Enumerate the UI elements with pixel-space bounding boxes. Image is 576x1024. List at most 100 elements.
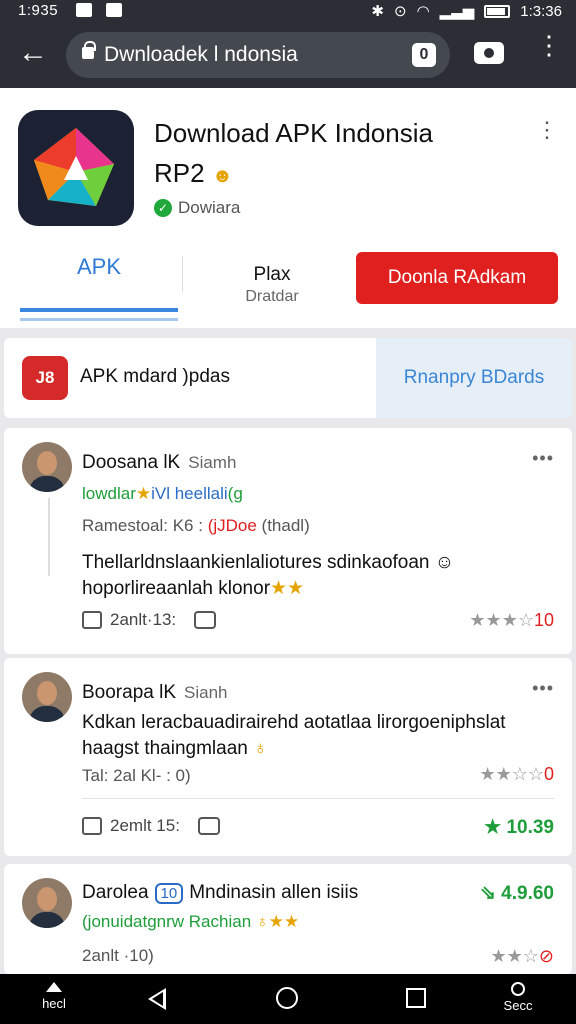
- review-text: Kdkan leracbauadirairehd aotatlaa lirorg…: [82, 712, 506, 759]
- tab-details-sublabel: Dratdar: [245, 288, 299, 305]
- tab-active-indicator: [20, 308, 178, 312]
- battery-icon: [484, 4, 511, 18]
- tag-green: lowdlar: [82, 484, 136, 503]
- stars: ★★☆☆: [479, 764, 544, 784]
- overflow-menu-icon[interactable]: ⋮: [536, 32, 562, 58]
- tab-apk[interactable]: APK: [20, 254, 178, 280]
- divider: [82, 798, 554, 799]
- update-text: APK mdard )pdas: [80, 366, 230, 387]
- reviewer-handle: Sianh: [184, 683, 228, 702]
- nav-search-tab[interactable]: Secc: [488, 982, 548, 1013]
- app-subtitle-text: RP2: [154, 158, 205, 188]
- header-more-icon[interactable]: ⋮: [536, 119, 558, 141]
- stars: ★★☆: [490, 946, 539, 966]
- update-action-button[interactable]: Rnanpry BDards: [376, 338, 572, 418]
- app-subtitle: RP2 ☻: [154, 158, 233, 189]
- status-bar: 1:935 ✱ ⊙ ◠ ▂▃▅ 1:3:36: [0, 0, 576, 22]
- meta-end: thadl): [267, 516, 310, 535]
- stars: ★★★☆: [469, 610, 534, 630]
- tag-end: (g: [227, 484, 243, 503]
- tag-text: (jonuidatgnrw Rachian: [82, 912, 252, 931]
- comment-icon[interactable]: [197, 817, 220, 835]
- notification-icon: [76, 3, 92, 17]
- nav-home-tab[interactable]: hecl: [24, 982, 84, 1011]
- nav-home-icon[interactable]: [276, 987, 298, 1009]
- nav-back-icon[interactable]: [148, 988, 166, 1010]
- review-footer: 2emlt 15:: [82, 816, 220, 836]
- url-text[interactable]: Dwnloadek l ndonsia: [104, 43, 298, 67]
- app-logo: [18, 110, 134, 226]
- nav-search-label: Secc: [503, 998, 533, 1013]
- reply-icon[interactable]: [82, 817, 102, 835]
- rating-score: 10: [533, 610, 554, 630]
- camera-icon[interactable]: [474, 42, 504, 64]
- tab-details[interactable]: Plax Dratdar: [220, 264, 324, 306]
- rating-score: 0: [543, 764, 554, 784]
- review-time: 2emlt 15:: [110, 816, 180, 835]
- status-right: ✱ ⊙ ◠ ▂▃▅ 1:3:36: [371, 2, 562, 21]
- avatar[interactable]: [22, 672, 72, 722]
- nav-home-label: hecl: [42, 996, 66, 1011]
- reviewer-title: Mndinasin allen isiis: [189, 882, 359, 903]
- reviewer-name-text: Darolea: [82, 882, 149, 903]
- verified-check-icon: ✓: [154, 199, 172, 217]
- nav-recents-icon[interactable]: [406, 988, 426, 1008]
- review-card: Darolea 10 Mndinasin allen isiis ⇘ 4.9.60 …: [4, 864, 572, 974]
- status-time: 1:935: [18, 2, 59, 19]
- avatar[interactable]: [22, 442, 72, 492]
- review-text: Thellarldnslaankienlaliotures sdinkaofoa…: [82, 552, 455, 599]
- update-banner[interactable]: J8 APK mdard )pdas Rnanpry BDards: [4, 338, 572, 418]
- review-card: Boorapa lK Sianh ••• Kdkan leracbauadirai…: [4, 658, 572, 856]
- reviewer-name: Doosana lK Siamh: [82, 452, 236, 474]
- lock-icon: [82, 41, 96, 59]
- back-arrow-icon[interactable]: ←: [18, 38, 48, 68]
- tag-star-icon: ★: [135, 484, 152, 503]
- app-title: Download APK Indonsia: [154, 118, 433, 148]
- review-body: Thellarldnslaankienlaliotures sdinkaofoa…: [82, 550, 550, 602]
- review-tagline: lowdlar★iVl heellali(g: [82, 484, 243, 504]
- download-button[interactable]: Doonla RAdkam: [356, 252, 558, 304]
- app-header: Download APK Indonsia RP2 ☻ ✓ Dowiara ⋮ …: [0, 88, 576, 328]
- developer-name: Dowiara: [178, 198, 241, 217]
- review-time: 2anlt ·10): [82, 946, 154, 965]
- comment-icon[interactable]: [194, 611, 217, 629]
- reviewer-name: Boorapa lK Sianh: [82, 682, 228, 704]
- review-card: Doosana lK Siamh ••• lowdlar★iVl heellali…: [4, 428, 572, 654]
- reviewer-name-text: Doosana lK: [82, 452, 181, 473]
- search-icon: [511, 982, 525, 996]
- rating-score: ⊘: [538, 946, 554, 966]
- reviewer-handle: Siamh: [188, 453, 237, 472]
- level-badge: 10: [154, 883, 184, 904]
- rating-stars: ★★☆⊘: [490, 946, 554, 967]
- review-stars-icon: ★★: [270, 578, 305, 599]
- review-more-icon[interactable]: •••: [532, 678, 554, 699]
- avatar[interactable]: [22, 878, 72, 928]
- review-tagline: (jonuidatgnrw Rachian ♁★★: [82, 912, 299, 932]
- home-tab-icon: [46, 982, 62, 992]
- green-rating: ★ 10.39: [484, 817, 554, 838]
- review-emoji-icon: ♁: [253, 738, 268, 759]
- review-footer: 2anlt·13:: [82, 610, 217, 630]
- meta-text: Ramestoal: K6 :: [82, 516, 203, 535]
- tab-indicator-shadow: [20, 318, 178, 321]
- review-more-icon[interactable]: •••: [532, 448, 554, 469]
- review-meta: Tal: 2al Kl- : 0): [82, 766, 191, 785]
- rating-stars: ★★★☆10: [469, 610, 554, 631]
- update-app-icon: J8: [22, 356, 68, 400]
- review-meta: Ramestoal: K6 : (jJDoe (thadl): [82, 516, 310, 535]
- green-rating: ⇘ 4.9.60: [479, 883, 554, 904]
- reviewer-name: Darolea 10 Mndinasin allen isiis: [82, 882, 358, 904]
- meta-highlight: (jJDoe: [207, 516, 257, 535]
- tab-details-label: Plax: [253, 264, 291, 285]
- review-time: 2anlt·13:: [110, 610, 177, 629]
- address-bar[interactable]: Dwnloadek l ndonsia 0: [66, 32, 450, 78]
- thread-line: [48, 498, 50, 576]
- signal-icon: ▂▃▅: [439, 3, 475, 20]
- tag-blue: iVl heellali: [151, 484, 228, 503]
- rating-stars: ★★☆☆0: [479, 764, 554, 785]
- status-time-right: 1:3:36: [520, 2, 562, 20]
- reply-icon[interactable]: [82, 611, 102, 629]
- alarm-icon: ⊙: [394, 3, 407, 20]
- wifi-icon: ◠: [416, 3, 430, 20]
- tab-switcher-button[interactable]: 0: [412, 43, 436, 67]
